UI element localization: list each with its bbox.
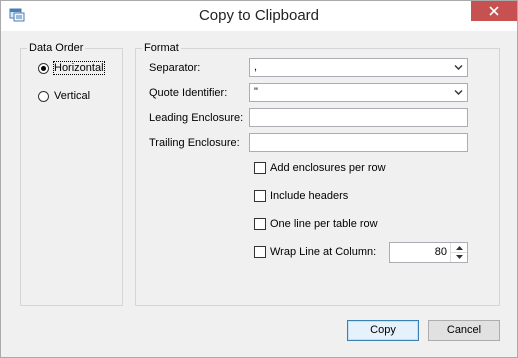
close-button[interactable] bbox=[471, 1, 517, 21]
stepper-down-button[interactable] bbox=[451, 252, 467, 261]
checkbox-label: Add enclosures per row bbox=[270, 162, 386, 174]
window-title: Copy to Clipboard bbox=[198, 7, 320, 24]
separator-label: Separator: bbox=[149, 62, 201, 74]
checkbox-box[interactable] bbox=[254, 162, 266, 174]
one-line-per-table-row-checkbox[interactable]: One line per table row bbox=[254, 218, 378, 230]
radio-horizontal[interactable]: Horizontal bbox=[38, 61, 105, 75]
stepper-buttons bbox=[450, 243, 467, 262]
quote-identifier-combobox[interactable]: " bbox=[249, 83, 468, 102]
leading-enclosure-label: Leading Enclosure: bbox=[149, 112, 244, 124]
checkbox-label: One line per table row bbox=[270, 218, 378, 230]
copy-button[interactable]: Copy bbox=[347, 320, 419, 341]
close-icon bbox=[489, 6, 499, 16]
wrap-line-at-column-checkbox[interactable]: Wrap Line at Column: bbox=[254, 246, 376, 258]
leading-enclosure-input[interactable] bbox=[249, 108, 468, 127]
separator-combobox[interactable]: , bbox=[249, 58, 468, 77]
chevron-down-icon[interactable] bbox=[454, 64, 463, 71]
checkbox-label: Include headers bbox=[270, 190, 349, 202]
caret-up-icon bbox=[455, 245, 463, 250]
add-enclosures-per-row-checkbox[interactable]: Add enclosures per row bbox=[254, 162, 386, 174]
radio-selected-dot bbox=[41, 65, 46, 71]
title-bar: Copy to Clipboard bbox=[1, 1, 517, 31]
radio-button[interactable] bbox=[38, 90, 49, 102]
cancel-button[interactable]: Cancel bbox=[428, 320, 500, 341]
caret-down-icon bbox=[455, 254, 463, 259]
trailing-enclosure-label: Trailing Enclosure: bbox=[149, 137, 240, 149]
checkbox-box[interactable] bbox=[254, 246, 266, 258]
quote-identifier-value: " bbox=[254, 86, 258, 98]
data-order-legend: Data Order bbox=[27, 42, 86, 55]
checkbox-label: Wrap Line at Column: bbox=[270, 246, 377, 258]
radio-button[interactable] bbox=[38, 62, 49, 74]
checkbox-box[interactable] bbox=[254, 218, 266, 230]
chevron-down-icon[interactable] bbox=[454, 89, 463, 96]
quote-identifier-label: Quote Identifier: bbox=[149, 87, 228, 99]
copy-to-clipboard-dialog: Copy to Clipboard Data Order Horizontal … bbox=[0, 0, 518, 358]
data-order-group: Data Order bbox=[20, 42, 123, 306]
wrap-column-stepper[interactable]: 80 bbox=[389, 242, 468, 263]
wrap-column-value[interactable]: 80 bbox=[435, 246, 447, 258]
trailing-enclosure-input[interactable] bbox=[249, 133, 468, 152]
include-headers-checkbox[interactable]: Include headers bbox=[254, 190, 348, 202]
format-legend: Format bbox=[142, 42, 181, 55]
radio-vertical-label: Vertical bbox=[54, 90, 91, 102]
checkbox-box[interactable] bbox=[254, 190, 266, 202]
separator-value: , bbox=[254, 61, 258, 73]
radio-horizontal-label: Horizontal bbox=[53, 61, 105, 75]
radio-vertical[interactable]: Vertical bbox=[38, 90, 90, 102]
